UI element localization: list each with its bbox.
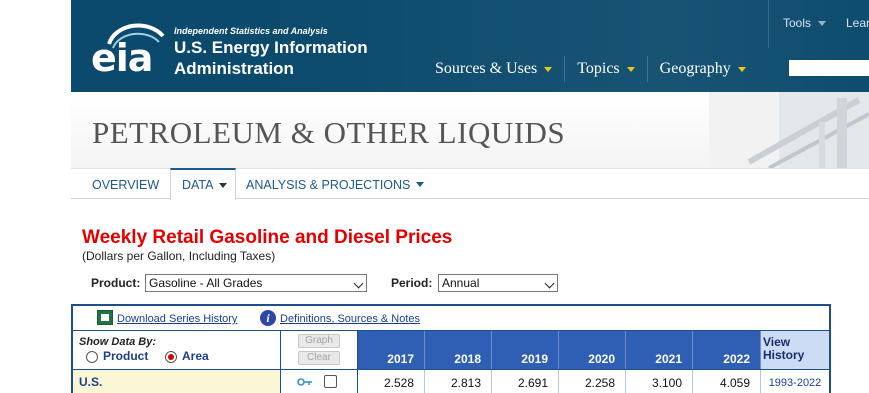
chevron-down-icon [353, 278, 364, 289]
chevron-down-icon [544, 66, 553, 72]
tab-analysis-projections[interactable]: ANALYSIS & PROJECTIONS [235, 169, 435, 200]
tools-label: Tools [783, 16, 812, 30]
section-title: PETROLEUM & OTHER LIQUIDS [92, 115, 566, 150]
product-select[interactable]: Gasoline - All Grades [145, 274, 367, 292]
search-input[interactable] [789, 60, 869, 76]
table-header-row: Show Data By: Product Area Graph Clear 2… [73, 331, 829, 369]
site-header: eia Independent Statistics and Analysis … [71, 0, 869, 92]
radio-product[interactable] [86, 351, 98, 363]
history-link[interactable]: 1993-2022 [761, 370, 829, 393]
year-header: 2020 [559, 331, 626, 369]
chevron-down-icon [818, 20, 827, 26]
nav-label: Geography [659, 60, 731, 77]
period-select-value: Annual [442, 276, 480, 290]
table-cell: 2.528 [358, 370, 425, 393]
year-header: 2017 [358, 331, 425, 369]
row-graph-select [281, 370, 358, 393]
nav-topics[interactable]: Topics [565, 54, 646, 84]
download-series-link[interactable]: Download Series History [117, 313, 237, 325]
tab-label: ANALYSIS & PROJECTIONS [246, 177, 411, 192]
tab-label: OVERVIEW [92, 177, 160, 192]
radio-product-label[interactable]: Product [103, 349, 148, 363]
nav-label: Topics [577, 60, 620, 77]
nav-label: Sources & Uses [435, 60, 538, 77]
graph-clear-column: Graph Clear [281, 331, 358, 369]
learn-menu[interactable]: Lear [846, 16, 869, 30]
clear-button[interactable]: Clear [298, 351, 340, 365]
page-subtitle: (Dollars per Gallon, Including Taxes) [82, 249, 276, 263]
table-toolbar: Download Series History i Definitions, S… [73, 306, 829, 331]
logo-text: eia [91, 36, 153, 80]
tab-overview[interactable]: OVERVIEW [81, 169, 170, 200]
table-cell: 2.258 [559, 370, 626, 393]
period-label: Period: [391, 276, 433, 290]
chevron-down-icon [219, 182, 228, 188]
table-cell: 2.813 [425, 370, 492, 393]
nav-sources-uses[interactable]: Sources & Uses [423, 54, 564, 84]
table-cell: 3.100 [626, 370, 693, 393]
year-header: 2019 [492, 331, 559, 369]
info-icon[interactable]: i [260, 310, 276, 326]
year-header: 2021 [626, 331, 693, 369]
period-select[interactable]: Annual [438, 274, 558, 292]
page-title: Weekly Retail Gasoline and Diesel Prices [82, 227, 453, 248]
view-history-header: View History [761, 331, 829, 369]
org-name-line1: U.S. Energy Information [174, 38, 368, 57]
show-data-by: Show Data By: Product Area [73, 331, 281, 369]
chevron-down-icon [544, 278, 555, 289]
radio-area[interactable] [165, 351, 177, 363]
chevron-down-icon [737, 66, 746, 72]
tab-data[interactable]: DATA [170, 168, 236, 200]
section-tabs: OVERVIEW DATA ANALYSIS & PROJECTIONS [71, 168, 869, 200]
page: eia Independent Statistics and Analysis … [0, 0, 869, 393]
data-table: Download Series History i Definitions, S… [71, 304, 831, 393]
section-banner: PETROLEUM & OTHER LIQUIDS [71, 92, 869, 168]
year-header: 2022 [693, 331, 761, 369]
key-icon [297, 378, 312, 386]
tools-menu[interactable]: Tools [783, 16, 827, 30]
chevron-down-icon [416, 182, 425, 187]
radio-area-label[interactable]: Area [182, 349, 209, 363]
learn-label: Lear [846, 16, 869, 30]
graph-button[interactable]: Graph [298, 334, 340, 348]
tagline: Independent Statistics and Analysis [174, 26, 328, 36]
table-cell: 4.059 [693, 370, 761, 393]
row-checkbox[interactable] [324, 375, 337, 388]
eia-logo[interactable]: eia [89, 22, 169, 80]
org-name-line2: Administration [174, 59, 294, 78]
definitions-link[interactable]: Definitions, Sources & Notes [280, 313, 420, 325]
utility-toolbar: Tools Lear [768, 0, 869, 48]
chevron-down-icon [626, 66, 635, 72]
excel-icon[interactable] [97, 310, 113, 325]
table-row: U.S. 2.528 2.813 2.691 2.258 3.100 4.059… [73, 369, 829, 393]
tab-label: DATA [182, 178, 214, 192]
product-select-value: Gasoline - All Grades [149, 276, 263, 290]
year-header: 2018 [425, 331, 492, 369]
main-nav: Sources & Uses Topics Geography [423, 52, 758, 86]
row-label: U.S. [73, 370, 281, 393]
refinery-image-icon [709, 92, 869, 168]
product-label: Product: [91, 276, 141, 290]
nav-geography[interactable]: Geography [648, 54, 758, 84]
table-cell: 2.691 [492, 370, 559, 393]
show-by-label: Show Data By: [79, 336, 157, 348]
